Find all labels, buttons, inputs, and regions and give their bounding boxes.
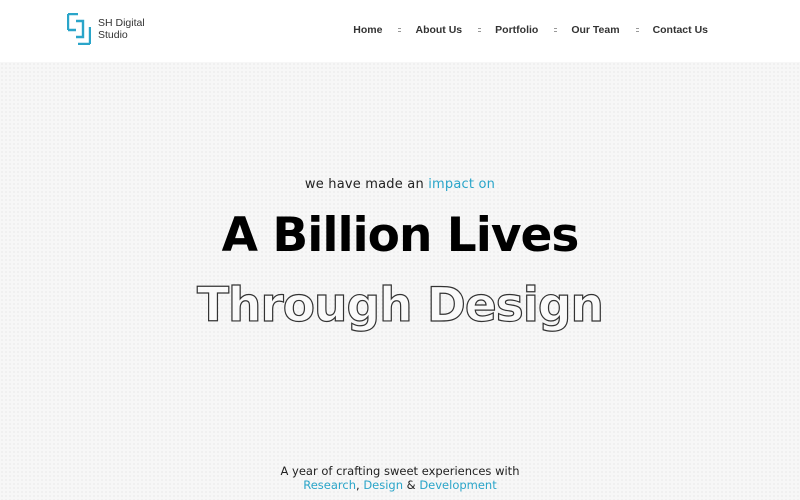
hero-outline-headline: Through Design [196, 277, 604, 333]
subtext-separator: & [403, 478, 420, 492]
subtext-line1: A year of crafting sweet experiences wit… [280, 464, 520, 478]
brand-name: SH Digital Studio [98, 17, 158, 41]
brand-name-line1: SH Digital [98, 17, 145, 29]
tagline-accent: impact on [428, 177, 496, 192]
bracket-square-icon [67, 13, 91, 45]
brand-name-line2: Studio [98, 29, 128, 41]
nav-separator [478, 28, 482, 32]
hero-section: we have made an impact on A Billion Live… [0, 0, 800, 500]
nav-about-us[interactable]: About Us [415, 24, 462, 36]
tagline-text: we have made an [304, 177, 429, 192]
research-link[interactable]: Research [303, 478, 356, 492]
site-header: SH Digital Studio Home About Us Portfoli… [0, 0, 800, 62]
hero-headline: A Billion Lives [221, 208, 580, 263]
hero-tagline: we have made an impact on [0, 177, 800, 192]
development-link[interactable]: Development [419, 478, 496, 492]
logo-link[interactable]: SH Digital Studio [67, 13, 158, 45]
main-nav: Home About Us Portfolio Our Team Contact… [353, 24, 708, 36]
subtext-line2: Research, Design & Development [0, 478, 800, 492]
nav-separator [635, 28, 639, 32]
nav-separator [554, 28, 558, 32]
nav-our-team[interactable]: Our Team [571, 24, 619, 36]
nav-portfolio[interactable]: Portfolio [495, 24, 538, 36]
design-link[interactable]: Design [363, 478, 403, 492]
hero-subtext: A year of crafting sweet experiences wit… [0, 464, 800, 492]
page: SH Digital Studio Home About Us Portfoli… [0, 0, 800, 500]
nav-separator [398, 28, 402, 32]
nav-contact-us[interactable]: Contact Us [653, 24, 708, 36]
nav-home[interactable]: Home [353, 24, 382, 36]
